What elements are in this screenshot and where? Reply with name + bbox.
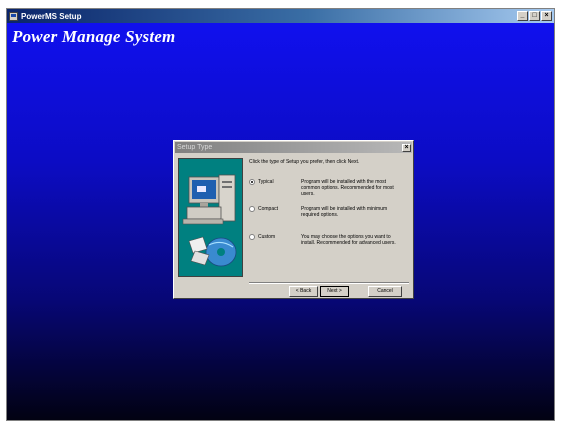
compact-description: Program will be installed with minimum r… [301, 206, 388, 218]
setup-illustration [178, 158, 243, 277]
brand-title: Power Manage System [12, 27, 176, 46]
next-button[interactable]: Next > [320, 286, 349, 297]
window-titlebar[interactable]: PowerMS Setup _ □ × [7, 9, 554, 23]
typical-radio[interactable] [249, 179, 255, 185]
window-title: PowerMS Setup [21, 11, 82, 21]
dialog-titlebar[interactable]: Setup Type × [175, 142, 412, 153]
computer-icon [9, 11, 18, 21]
cancel-button[interactable]: Cancel [368, 286, 402, 297]
typical-label[interactable]: Typical [258, 179, 274, 185]
setup-type-dialog: Setup Type × Click the type of Setup you… [173, 140, 414, 299]
custom-radio[interactable] [249, 234, 255, 240]
compact-label[interactable]: Compact [258, 206, 278, 212]
minimize-button[interactable]: _ [517, 11, 528, 21]
typical-description: Program will be installed with the most … [301, 179, 394, 197]
close-button[interactable]: × [541, 11, 552, 21]
installer-background: Power Manage System Setup Type × Click t… [7, 23, 554, 420]
custom-description: You may choose the options you want to i… [301, 234, 396, 246]
button-separator [249, 282, 409, 284]
compact-radio[interactable] [249, 206, 255, 212]
computer-and-disc-icon [182, 174, 237, 267]
dialog-close-button[interactable]: × [402, 143, 411, 152]
back-button[interactable]: < Back [289, 286, 318, 297]
dialog-title: Setup Type [177, 144, 213, 151]
maximize-button[interactable]: □ [529, 11, 540, 21]
custom-label[interactable]: Custom [258, 234, 275, 240]
setup-window: PowerMS Setup _ □ × Power Manage System … [6, 8, 555, 421]
setup-prompt: Click the type of Setup you prefer, then… [249, 159, 360, 165]
